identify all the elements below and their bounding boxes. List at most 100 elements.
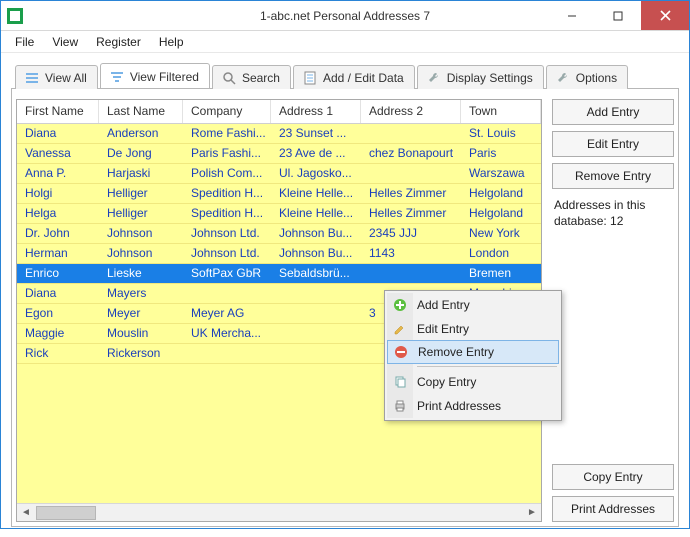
- print-icon: [392, 398, 408, 414]
- tab-label: Add / Edit Data: [323, 71, 404, 85]
- wrench-icon: [555, 70, 571, 86]
- edit-icon: [392, 321, 408, 337]
- cell: Johnson Bu...: [271, 244, 361, 263]
- cell: Paris: [461, 144, 541, 163]
- tab-add-edit[interactable]: Add / Edit Data: [293, 65, 415, 89]
- tab-label: View Filtered: [130, 70, 199, 84]
- col-address2[interactable]: Address 2: [361, 100, 461, 123]
- add-entry-button[interactable]: Add Entry: [552, 99, 674, 125]
- col-address1[interactable]: Address 1: [271, 100, 361, 123]
- cell: Johnson: [99, 224, 183, 243]
- tab-search[interactable]: Search: [212, 65, 291, 89]
- print-addresses-button[interactable]: Print Addresses: [552, 496, 674, 522]
- table-row[interactable]: DianaAndersonRome Fashi...23 Sunset ...S…: [17, 124, 541, 144]
- tab-options[interactable]: Options: [546, 65, 628, 89]
- cell: 1143: [361, 244, 461, 263]
- cell: Egon: [17, 304, 99, 323]
- ctx-copy-entry[interactable]: Copy Entry: [387, 370, 559, 394]
- window-title: 1-abc.net Personal Addresses 7: [1, 9, 689, 23]
- ctx-label: Add Entry: [417, 298, 470, 312]
- col-company[interactable]: Company: [183, 100, 271, 123]
- col-first-name[interactable]: First Name: [17, 100, 99, 123]
- table-row[interactable]: HolgiHelligerSpedition H...Kleine Helle.…: [17, 184, 541, 204]
- ctx-label: Print Addresses: [417, 399, 501, 413]
- cell: Helgoland: [461, 204, 541, 223]
- scroll-left-icon[interactable]: ◄: [17, 504, 35, 522]
- titlebar: 1-abc.net Personal Addresses 7: [1, 1, 689, 31]
- cell: Herman: [17, 244, 99, 263]
- add-icon: [392, 297, 408, 313]
- cell: [361, 264, 461, 283]
- ctx-edit-entry[interactable]: Edit Entry: [387, 317, 559, 341]
- col-town[interactable]: Town: [461, 100, 541, 123]
- cell: Rickerson: [99, 344, 183, 363]
- tab-display-settings[interactable]: Display Settings: [417, 65, 544, 89]
- remove-entry-button[interactable]: Remove Entry: [552, 163, 674, 189]
- cell: chez Bonapourt: [361, 144, 461, 163]
- context-menu-separator: [417, 366, 557, 367]
- cell: UK Mercha...: [183, 324, 271, 343]
- cell: [271, 324, 361, 343]
- cell: [361, 164, 461, 183]
- cell: Meyer AG: [183, 304, 271, 323]
- copy-entry-button[interactable]: Copy Entry: [552, 464, 674, 490]
- table-row[interactable]: HelgaHelligerSpedition H...Kleine Helle.…: [17, 204, 541, 224]
- cell: [183, 284, 271, 303]
- menu-help[interactable]: Help: [151, 33, 192, 51]
- horizontal-scrollbar[interactable]: ◄ ►: [17, 503, 541, 521]
- sidebar: Add Entry Edit Entry Remove Entry Addres…: [552, 99, 674, 522]
- cell: Vanessa: [17, 144, 99, 163]
- table-header: First Name Last Name Company Address 1 A…: [17, 100, 541, 124]
- menu-register[interactable]: Register: [88, 33, 149, 51]
- cell: 23 Ave de ...: [271, 144, 361, 163]
- cell: [271, 344, 361, 363]
- menu-file[interactable]: File: [7, 33, 42, 51]
- ctx-remove-entry[interactable]: Remove Entry: [387, 340, 559, 364]
- table-row[interactable]: EnricoLieskeSoftPax GbRSebaldsbrü...Brem…: [17, 264, 541, 284]
- wrench-icon: [426, 70, 442, 86]
- context-menu: Add Entry Edit Entry Remove Entry Copy E…: [384, 290, 562, 421]
- col-last-name[interactable]: Last Name: [99, 100, 183, 123]
- cell: Mouslin: [99, 324, 183, 343]
- cell: Warszawa: [461, 164, 541, 183]
- cell: Dr. John: [17, 224, 99, 243]
- cell: Anderson: [99, 124, 183, 143]
- tab-label: View All: [45, 71, 87, 85]
- database-info: Addresses in this database: 12: [552, 195, 674, 229]
- scroll-right-icon[interactable]: ►: [523, 504, 541, 522]
- cell: Kleine Helle...: [271, 204, 361, 223]
- cell: Harjaski: [99, 164, 183, 183]
- ctx-print-addresses[interactable]: Print Addresses: [387, 394, 559, 418]
- cell: SoftPax GbR: [183, 264, 271, 283]
- list-icon: [24, 70, 40, 86]
- cell: Johnson Bu...: [271, 224, 361, 243]
- cell: Bremen: [461, 264, 541, 283]
- cell: Meyer: [99, 304, 183, 323]
- search-icon: [221, 70, 237, 86]
- scrollbar-thumb[interactable]: [36, 506, 96, 520]
- tab-view-filtered[interactable]: View Filtered: [100, 63, 210, 88]
- ctx-add-entry[interactable]: Add Entry: [387, 293, 559, 317]
- tab-view-all[interactable]: View All: [15, 65, 98, 89]
- form-icon: [302, 70, 318, 86]
- table-row[interactable]: VanessaDe JongParis Fashi...23 Ave de ..…: [17, 144, 541, 164]
- cell: Kleine Helle...: [271, 184, 361, 203]
- table-row[interactable]: HermanJohnsonJohnson Ltd.Johnson Bu...11…: [17, 244, 541, 264]
- cell: [183, 344, 271, 363]
- cell: Maggie: [17, 324, 99, 343]
- table-row[interactable]: Anna P.HarjaskiPolish Com...Ul. Jagosko.…: [17, 164, 541, 184]
- cell: Helliger: [99, 184, 183, 203]
- menu-view[interactable]: View: [44, 33, 86, 51]
- cell: London: [461, 244, 541, 263]
- cell: [271, 284, 361, 303]
- cell: Spedition H...: [183, 204, 271, 223]
- cell: [361, 124, 461, 143]
- tab-label: Options: [576, 71, 617, 85]
- cell: St. Louis: [461, 124, 541, 143]
- cell: Johnson Ltd.: [183, 224, 271, 243]
- cell: Helgoland: [461, 184, 541, 203]
- cell: Anna P.: [17, 164, 99, 183]
- cell: Holgi: [17, 184, 99, 203]
- edit-entry-button[interactable]: Edit Entry: [552, 131, 674, 157]
- table-row[interactable]: Dr. JohnJohnsonJohnson Ltd.Johnson Bu...…: [17, 224, 541, 244]
